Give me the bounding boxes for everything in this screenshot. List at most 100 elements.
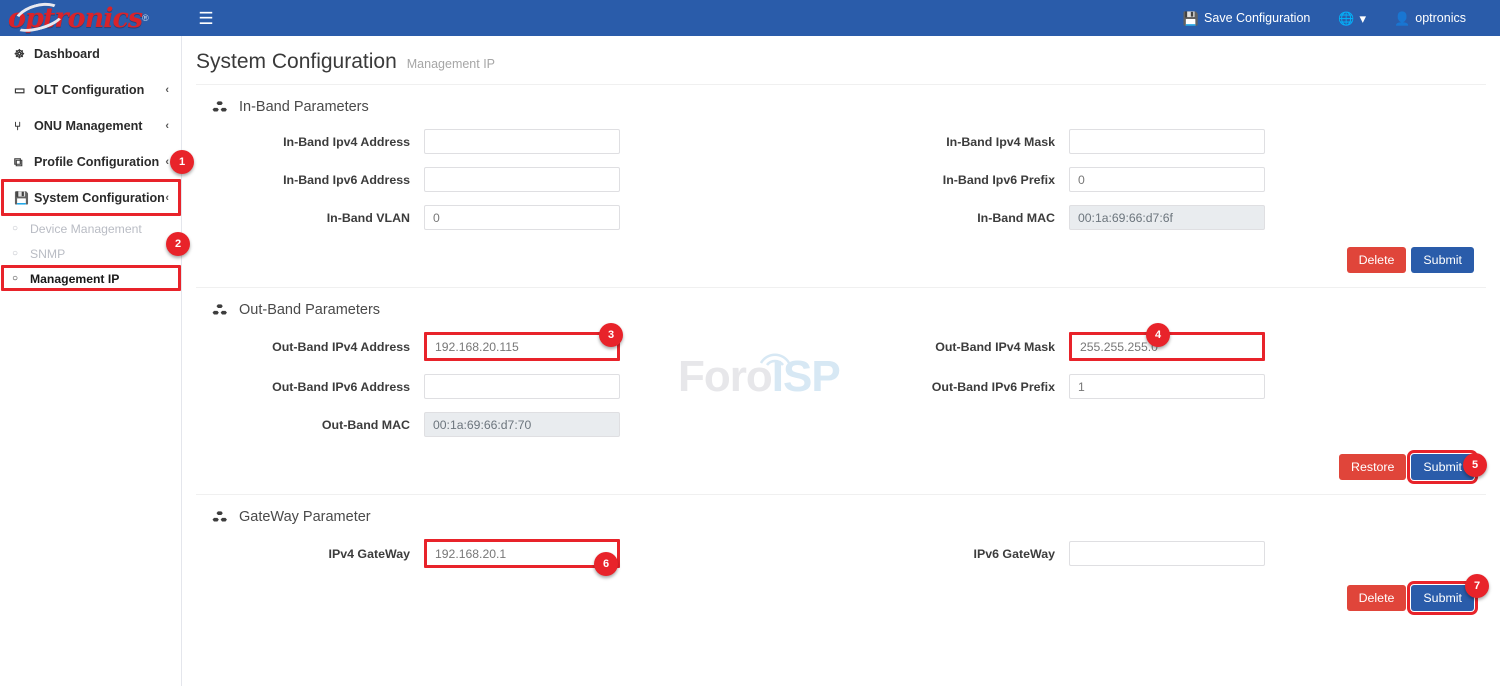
form-spacer: [841, 412, 1486, 437]
input-out-band-ipv4-address[interactable]: 192.168.20.115: [424, 332, 620, 361]
label-in-band-mac: In-Band MAC: [841, 211, 1069, 225]
form-group-out-band-ipv6-prefix: Out-Band IPv6 Prefix1: [841, 374, 1486, 399]
sidebar-subitem-device-management[interactable]: ○Device Management: [0, 216, 181, 241]
monitor-icon: ▭: [14, 83, 34, 97]
form-group-in-band-mac: In-Band MAC 00:1a:69:66:d7:6f: [841, 205, 1486, 230]
input-out-band-ipv6-prefix[interactable]: 1: [1069, 374, 1265, 399]
brand-logo[interactable]: optronics ®: [0, 0, 182, 36]
sidebar-subitem-snmp[interactable]: ○SNMP: [0, 241, 181, 266]
hamburger-icon[interactable]: ☰: [194, 10, 218, 27]
save-configuration-button[interactable]: 💾 Save Configuration: [1169, 11, 1325, 25]
form-group-ipv4-gateway: IPv4 GateWay192.168.20.1: [196, 539, 841, 568]
button-label: Submit: [1423, 592, 1462, 604]
button-label: Restore: [1351, 461, 1394, 473]
label-out-band-ipv6-address: Out-Band IPv6 Address: [196, 380, 424, 394]
save-configuration-label: Save Configuration: [1204, 11, 1310, 25]
label-in-band-ipv4-mask: In-Band Ipv4 Mask: [841, 135, 1069, 149]
section-title-label: Out-Band Parameters: [239, 302, 380, 318]
input-value: 0: [1078, 173, 1085, 187]
input-out-band-mac: 00:1a:69:66:d7:70: [424, 412, 620, 437]
section-in-band-parameters: In-Band ParametersIn-Band Ipv4 AddressIn…: [196, 84, 1486, 287]
copy-icon: ⧉: [14, 155, 34, 170]
sidebar-item-system-configuration[interactable]: 💾System Configuration‹: [0, 180, 181, 216]
input-in-band-ipv6-address[interactable]: [424, 167, 620, 192]
restore-button-outband[interactable]: Restore: [1339, 454, 1406, 480]
form-group-out-band-ipv6-address: Out-Band IPv6 Address: [196, 374, 841, 399]
circle-icon: ○: [12, 223, 30, 234]
logo-text: optronics: [8, 5, 142, 32]
label-out-band-mac: Out-Band MAC: [196, 418, 424, 432]
chevron-down-icon: ▾: [1360, 12, 1367, 25]
user-menu[interactable]: 👤 optronics: [1380, 11, 1480, 25]
form-group-out-band-mac: Out-Band MAC00:1a:69:66:d7:70: [196, 412, 841, 437]
chevron-left-icon: ‹: [165, 192, 169, 204]
annotation-badge-6: 6: [594, 552, 618, 576]
annotation-badge-1: 1: [170, 150, 194, 174]
form-group-in-band-vlan: In-Band VLAN 0: [196, 205, 841, 230]
annotation-badge-2: 2: [166, 232, 190, 256]
label-out-band-ipv4-address: Out-Band IPv4 Address: [196, 340, 424, 354]
cubes-icon: [212, 303, 230, 318]
sitemap-icon: ⑂: [14, 119, 34, 133]
input-in-band-vlan[interactable]: 0: [424, 205, 620, 230]
input-value: 00:1a:69:66:d7:6f: [1078, 211, 1173, 225]
section-title-inband: In-Band Parameters: [196, 99, 1486, 115]
page-title: System Configuration: [196, 50, 397, 74]
sidebar-subitem-management-ip[interactable]: ○Management IP: [0, 266, 181, 291]
input-out-band-ipv6-address[interactable]: [424, 374, 620, 399]
input-ipv4-gateway[interactable]: 192.168.20.1: [424, 539, 620, 568]
form-row: In-Band Ipv6 AddressIn-Band Ipv6 Prefix0: [196, 167, 1486, 205]
form-row: In-Band Ipv4 Address In-Band Ipv4 Mask: [196, 129, 1486, 167]
sidebar-subitem-label: SNMP: [30, 247, 65, 261]
header-actions: 💾 Save Configuration 🌐 ▾ 👤 optronics: [1169, 11, 1500, 25]
form-group-in-band-ipv6-prefix: In-Band Ipv6 Prefix0: [841, 167, 1486, 192]
chevron-left-icon: ‹: [165, 84, 169, 96]
input-value: 0: [433, 211, 440, 225]
delete-button-gateway[interactable]: Delete: [1347, 585, 1407, 611]
delete-button-inband[interactable]: Delete: [1347, 247, 1407, 273]
form-group-in-band-ipv4-address: In-Band Ipv4 Address: [196, 129, 841, 154]
user-name-label: optronics: [1415, 11, 1466, 25]
chevron-left-icon: ‹: [165, 156, 169, 168]
form-row: Out-Band IPv6 Address Out-Band IPv6 Prefi…: [196, 374, 1486, 412]
input-in-band-ipv4-mask[interactable]: [1069, 129, 1265, 154]
annotation-badge-4: 4: [1146, 323, 1170, 347]
button-row-gateway: Delete Submit: [196, 581, 1486, 625]
sidebar-subitem-label: Device Management: [30, 222, 142, 236]
sidebar-item-label: System Configuration: [34, 191, 165, 205]
label-out-band-ipv4-mask: Out-Band IPv4 Mask: [841, 340, 1069, 354]
label-in-band-vlan: In-Band VLAN: [196, 211, 424, 225]
form-row: Out-Band IPv4 Address192.168.20.115Out-B…: [196, 332, 1486, 374]
form-row: IPv4 GateWay192.168.20.1IPv6 GateWay: [196, 539, 1486, 581]
input-ipv6-gateway[interactable]: [1069, 541, 1265, 566]
sidebar-item-onu-management[interactable]: ⑂ONU Management‹: [0, 108, 181, 144]
language-selector[interactable]: 🌐 ▾: [1324, 12, 1380, 25]
input-value: 1: [1078, 380, 1085, 394]
input-value: 255.255.255.0: [1080, 340, 1158, 354]
breadcrumb: Management IP: [407, 57, 495, 71]
cubes-icon: [212, 100, 230, 115]
sidebar-item-label: Profile Configuration: [34, 155, 165, 169]
input-in-band-mac: 00:1a:69:66:d7:6f: [1069, 205, 1265, 230]
user-icon: 👤: [1394, 12, 1410, 25]
dashboard-icon: ☸: [14, 47, 34, 61]
main-content: System Configuration Management IP ForoI…: [182, 36, 1500, 686]
sidebar-item-dashboard[interactable]: ☸Dashboard: [0, 36, 181, 72]
form-group-out-band-ipv4-address: Out-Band IPv4 Address192.168.20.115: [196, 332, 841, 361]
button-label: Delete: [1359, 592, 1395, 604]
button-row-inband: Delete Submit: [196, 243, 1486, 287]
sidebar-item-profile-configuration[interactable]: ⧉Profile Configuration‹: [0, 144, 181, 180]
sidebar-item-label: OLT Configuration: [34, 83, 165, 97]
sidebar-item-olt-configuration[interactable]: ▭OLT Configuration‹: [0, 72, 181, 108]
input-in-band-ipv4-address[interactable]: [424, 129, 620, 154]
page-header: System Configuration Management IP: [182, 36, 1500, 84]
button-label: Delete: [1359, 254, 1395, 266]
chevron-left-icon: ‹: [165, 120, 169, 132]
globe-icon: 🌐: [1338, 12, 1354, 25]
label-in-band-ipv4-address: In-Band Ipv4 Address: [196, 135, 424, 149]
sidebar-item-list: ☸Dashboard▭OLT Configuration‹⑂ONU Manage…: [0, 36, 181, 216]
registered-trademark-icon: ®: [142, 13, 149, 23]
submit-button-inband[interactable]: Submit: [1411, 247, 1474, 273]
button-row-outband: RestoreSubmit: [196, 450, 1486, 494]
input-in-band-ipv6-prefix[interactable]: 0: [1069, 167, 1265, 192]
